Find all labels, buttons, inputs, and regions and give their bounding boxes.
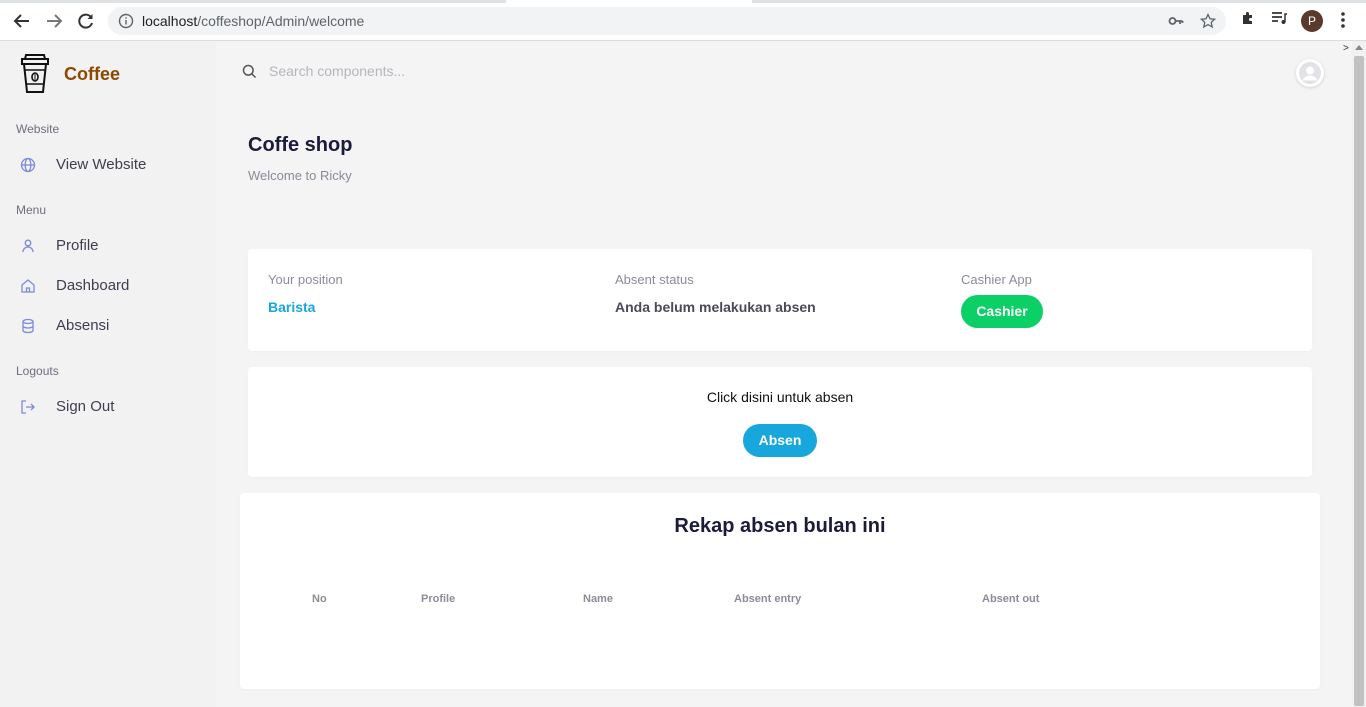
search-input[interactable] [269,63,569,79]
address-bar[interactable]: localhost/coffeshop/Admin/welcome [108,7,1226,35]
scroll-thumb[interactable] [1354,56,1364,706]
table-header-profile: Profile [421,593,456,605]
table-header-absent-entry: Absent entry [734,593,802,605]
absen-prompt: Click disini untuk absen [706,389,854,405]
sidebar-item-view-website[interactable]: View Website [20,156,146,173]
sidebar-item-absensi[interactable]: Absensi [20,317,109,334]
url-path: /coffeshop/Admin/welcome [197,13,365,29]
home-icon [21,278,35,293]
sidebar-item-label: View Website [56,156,147,173]
sign-out-icon [21,399,35,414]
profile-avatar[interactable]: P [1301,10,1323,32]
section-label-menu: Menu [16,203,47,217]
extensions-icon[interactable] [1240,10,1256,26]
sidebar-item-sign-out[interactable]: Sign Out [20,398,114,415]
absen-card: Click disini untuk absen Absen [248,367,1312,477]
globe-icon [20,157,36,172]
table-header-name: Name [583,593,613,605]
sidebar-item-dashboard[interactable]: Dashboard [20,277,129,294]
sidebar: Coffee Website View Website Menu Profile… [0,41,216,707]
absent-status-label: Absent status [615,272,694,287]
rekap-card: Rekap absen bulan ini No Profile Name Ab… [240,493,1320,689]
info-card: Your position Barista Absent status Anda… [248,249,1312,351]
sidebar-item-label: Profile [56,237,99,254]
arrow-right-icon [47,14,63,28]
reload-button[interactable] [74,9,98,33]
key-icon[interactable] [1168,13,1184,29]
section-label-website: Website [16,122,60,136]
search-icon [242,64,257,78]
page-subtitle: Welcome to Ricky [248,168,352,183]
profile-initial: P [1307,14,1316,28]
table-header-absent-out: Absent out [982,593,1040,605]
position-block: Your position Barista [268,272,343,315]
page-title: Coffe shop [248,134,353,156]
rekap-title: Rekap absen bulan ini [674,515,886,537]
coffee-cup-icon [21,54,49,93]
star-icon[interactable] [1200,13,1216,29]
reload-icon [78,13,93,29]
database-icon [22,318,34,333]
url-text: localhost/coffeshop/Admin/welcome [142,13,364,29]
user-avatar-icon [1299,62,1321,84]
cashier-label: Cashier App [961,272,1032,287]
sidebar-item-label: Absensi [56,317,110,334]
position-value: Barista [268,299,316,315]
chevron-right-icon: > [1343,43,1349,54]
brand-name: Coffee [64,63,121,84]
active-tab-edge [506,0,752,3]
media-queue-icon[interactable] [1271,10,1287,26]
back-button[interactable] [10,9,34,33]
absent-status-value: Anda belum melakukan absen [615,299,816,315]
section-label-logouts: Logouts [16,364,59,378]
table-header-no: No [312,593,327,605]
scroll-up-arrow-icon[interactable] [1355,45,1363,50]
absent-status-block: Absent status Anda belum melakukan absen [615,272,816,315]
page-scrollbar[interactable] [1352,41,1366,707]
absen-button[interactable]: Absen [743,424,817,457]
arrow-left-icon [13,14,29,28]
user-icon [22,239,34,252]
cashier-button[interactable]: Cashier [961,295,1043,328]
browser-toolbar: localhost/coffeshop/Admin/welcome P [0,0,1366,41]
menu-kebab-icon[interactable] [1340,11,1346,29]
search-bar [242,63,569,79]
forward-button[interactable] [42,9,66,33]
url-host: localhost [142,13,198,29]
sidebar-item-profile[interactable]: Profile [20,237,99,254]
user-avatar[interactable] [1296,59,1324,87]
sidebar-item-label: Dashboard [56,277,130,294]
sidebar-item-label: Sign Out [56,398,115,415]
brand-logo[interactable]: Coffee [20,53,120,95]
cashier-block: Cashier App Cashier [961,272,1043,328]
info-icon[interactable] [118,13,134,29]
position-label: Your position [268,272,343,287]
